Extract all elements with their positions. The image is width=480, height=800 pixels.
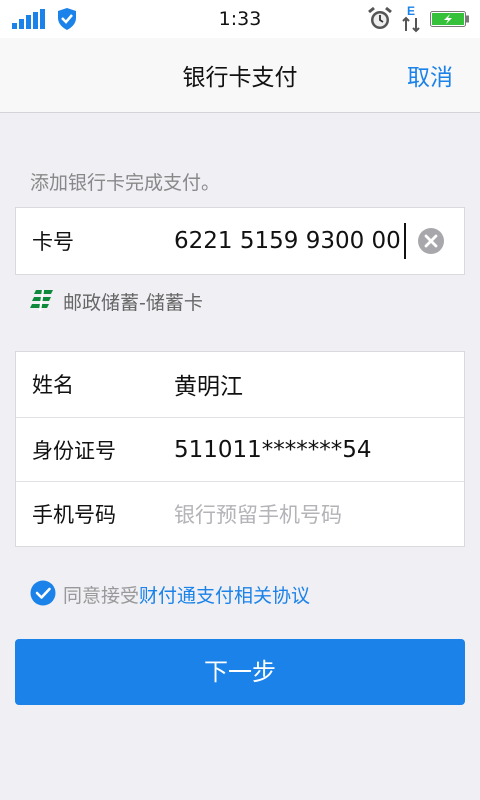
card-number-field[interactable]: 卡号 6221 5159 9300 00	[15, 207, 465, 275]
status-bar: 1:33 E	[0, 0, 480, 38]
card-number-label: 卡号	[32, 230, 74, 254]
phone-field[interactable]: 手机号码 银行预留手机号码	[16, 481, 464, 546]
name-field[interactable]: 姓名 黄明江	[16, 352, 464, 416]
phone-label: 手机号码	[32, 503, 116, 527]
data-transfer-icon: E	[402, 4, 420, 33]
postal-bank-logo-icon	[30, 289, 53, 312]
cancel-button[interactable]: 取消	[407, 58, 453, 92]
agreement-prefix: 同意接受	[63, 585, 140, 607]
name-label: 姓名	[32, 373, 74, 397]
next-step-button[interactable]: 下一步	[15, 639, 465, 705]
text-caret	[404, 223, 406, 259]
clear-icon[interactable]	[417, 227, 445, 255]
id-number-label: 身份证号	[32, 439, 116, 463]
card-number-input[interactable]: 6221 5159 9300 00	[174, 228, 406, 254]
agreement-row: 同意接受财付通支付相关协议	[30, 578, 450, 608]
agreement-link[interactable]: 财付通支付相关协议	[139, 585, 310, 607]
name-input[interactable]: 黄明江	[174, 367, 243, 401]
form-hint: 添加银行卡完成支付。	[30, 172, 221, 194]
alarm-icon	[368, 6, 392, 29]
id-number-input[interactable]: 511011*******54	[174, 437, 372, 463]
phone-input[interactable]: 银行预留手机号码	[174, 499, 342, 529]
battery-charging-icon	[430, 11, 469, 27]
agreement-text: 同意接受财付通支付相关协议	[63, 581, 310, 608]
bank-name: 邮政储蓄-储蓄卡	[63, 292, 203, 314]
data-type-label: E	[407, 4, 415, 18]
nav-bar: 银行卡支付 取消	[0, 38, 480, 113]
personal-info-group: 姓名 黄明江 身份证号 511011*******54 手机号码 银行预留手机号…	[15, 351, 465, 547]
id-number-field[interactable]: 身份证号 511011*******54	[16, 417, 464, 482]
checkbox-checked-icon[interactable]	[30, 580, 56, 606]
